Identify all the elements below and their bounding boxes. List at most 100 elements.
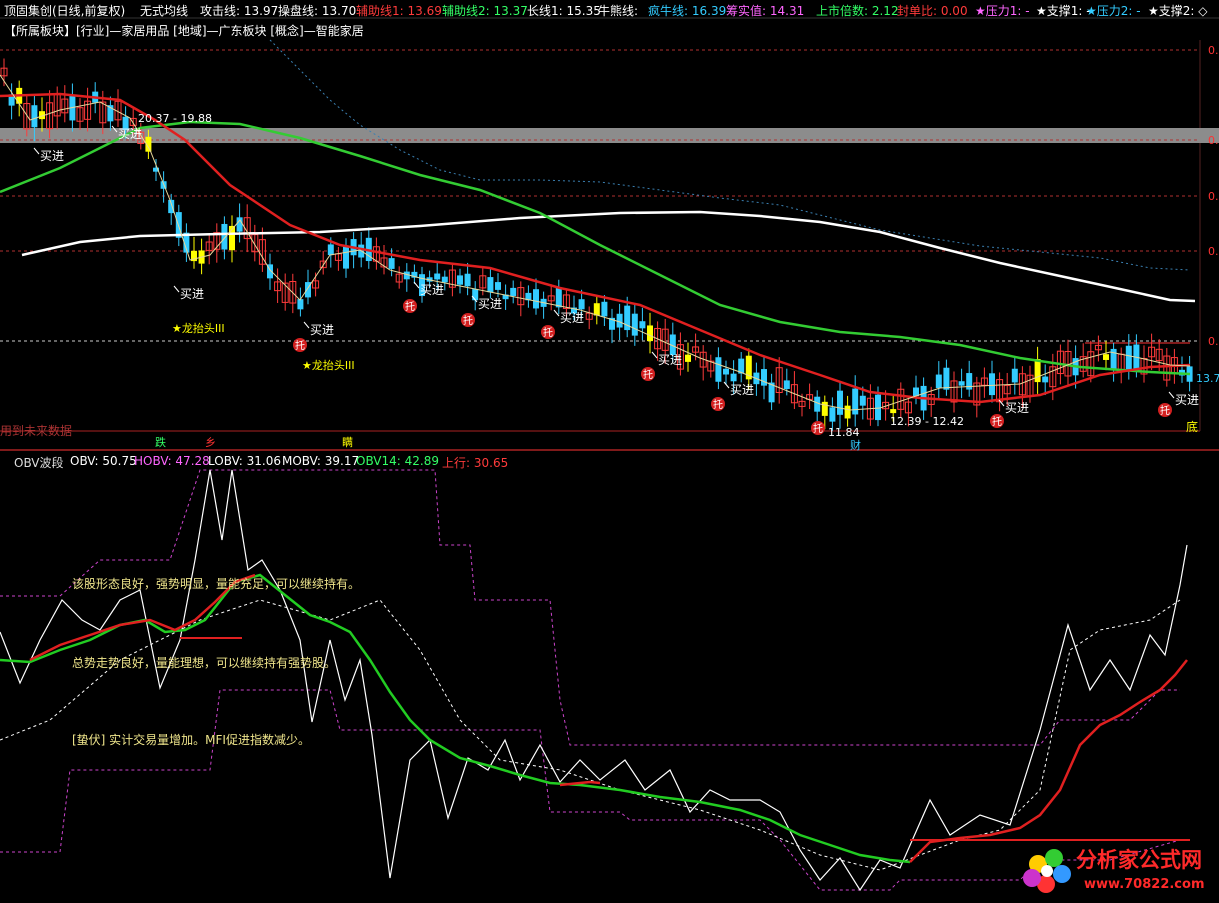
candle-body [685,354,691,362]
buy-arrow [33,147,40,155]
buy-signal-label: 买进 [40,149,64,163]
candle-body [631,313,638,336]
bottom-mark: 乡 [205,436,216,449]
obv-comment-1: 该股形态良好，强势明显，量能充足，可以继续持有。 [72,577,361,591]
candle-body [221,223,228,250]
bottom-signal-label: 底 [1186,419,1198,434]
obv-header-item: LOBV: 31.06 [208,454,282,468]
obv-header-item: MOBV: 39.17 [282,454,360,468]
logo-url: www.70822.com [1084,877,1205,892]
candle-body [343,246,349,269]
obv-comment-3: [蛰伏] 实计交易量增加。MFI促进指数减少。 [72,733,310,747]
candle-body [555,287,562,308]
candle-body [464,273,471,287]
candle-body [715,357,722,382]
logo-name: 分析家公式网 [1076,848,1202,872]
assist-line-2-ma [0,120,1191,376]
bottom-mark: 财 [850,438,861,452]
candle-body [601,301,608,317]
candle-body [935,374,942,389]
support-marker-label: 托 [1160,404,1170,417]
candle-body [859,395,866,406]
buy-signal-label: 买进 [118,127,142,141]
obv-line [0,469,1188,892]
buy-signal-label: 买进 [1175,393,1199,407]
candle-body [616,313,623,328]
range-label-high: 20.37 - 19.88 [138,112,212,125]
candle-body [723,368,729,375]
obv-header-item: 上行: 30.65 [442,456,509,470]
candle-body [783,380,790,389]
candle-body [852,388,859,415]
buy-signal-label: 买进 [478,297,502,311]
candle-body [647,325,653,342]
fib-level-label: 0.191 [1208,335,1219,348]
fib-level-label: 0.809 [1208,44,1219,57]
candle-body [989,373,995,396]
buy-signal-label: 买进 [180,287,204,301]
buy-signal-label: 买进 [420,283,444,297]
obv-header-item: OBV: 50.75 [70,454,137,468]
obv14-line [0,573,911,864]
candle-body [1042,376,1049,383]
obv-header-item: OBV14: 42.89 [356,454,439,468]
candle-body [829,407,836,422]
candle-body [487,277,494,293]
candle-body [297,299,304,310]
buy-signal-label: 买进 [560,311,584,325]
buy-signal-label: 买进 [1005,401,1029,415]
low-price-label: 11.84 [828,426,860,439]
fib-level-label: 0.382 [1208,245,1219,258]
buy-arrow [1168,391,1175,399]
support-marker-label: 托 [405,300,415,313]
candle-body [388,258,395,269]
buy-arrow [173,285,180,293]
uptrend-line [909,659,1188,863]
candle-body [327,244,334,256]
candle-body [533,289,539,309]
candle-body [1103,354,1109,360]
bottom-mark: 跌 [155,435,166,449]
fib-level-label: 0.5 [1208,190,1219,203]
buy-arrow [553,309,560,317]
support-marker-label: 托 [463,314,473,327]
lobv-envelope [0,689,1181,891]
support-marker-label: 托 [295,339,305,352]
candle-body [875,394,881,421]
support-marker-label: 托 [813,422,823,435]
buy-arrow [413,281,420,289]
candle-body [510,287,517,297]
candle-body [578,299,585,310]
future-data-notice: 用到未来数据 [0,423,72,438]
dragon-signal-label: ★龙抬头III [172,321,225,335]
candle-body [1125,345,1132,370]
candle-body [844,405,851,419]
buy-signal-label: 买进 [658,353,682,367]
candle-body [1034,359,1041,383]
support-marker-label: 托 [992,415,1002,428]
obv-comment-2: 总势走势良好，量能理想，可以继续持有强势股。 [72,656,337,670]
support-marker-label: 托 [543,326,553,339]
buy-arrow [303,321,310,329]
candle-body [639,321,646,329]
support-marker-label: 托 [713,398,723,411]
candle-body [1011,368,1018,383]
stock-chart-canvas[interactable]: 0.809 0.618 0.5 0.382 0.191 20.37 - 19.88 12.3… [0,0,1219,903]
fib-0618-band [0,128,1219,143]
candle-body [593,303,600,316]
buy-signal-label: 买进 [310,323,334,337]
candle-body [31,105,38,128]
candle-body [821,401,828,416]
candle-body [943,367,950,390]
last-price-label: 13.780 [1196,372,1219,385]
watermark-logo: 分析家公式网 www.70822.com [1018,840,1218,902]
candle-body [890,409,897,414]
obv-header-item: HOBV: 47.28 [134,454,210,468]
bottom-mark: 瞒 [342,436,353,449]
buy-arrow [651,351,658,359]
obv-header-item: OBV波段 [14,456,64,470]
candle-body [730,373,737,382]
candle-body [457,275,463,285]
candle-body [441,276,448,283]
candle-body [495,282,501,290]
